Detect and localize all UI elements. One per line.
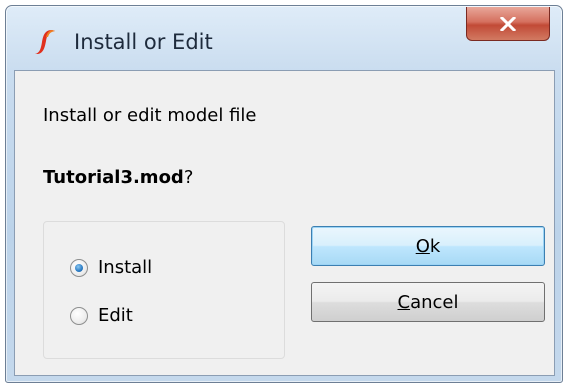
radio-selected-dot: [75, 263, 83, 272]
close-button[interactable]: [466, 7, 550, 41]
dialog-content: Install or edit model file Tutorial3.mod…: [14, 70, 555, 376]
radio-install[interactable]: Install: [70, 257, 152, 278]
ok-mnemonic: O: [415, 235, 430, 257]
ok-label-rest: k: [429, 235, 441, 257]
prompt-text: Install or edit model file: [43, 105, 257, 126]
close-icon: [500, 16, 516, 31]
radio-edit[interactable]: Edit: [70, 305, 133, 326]
cancel-label-rest: ancel: [410, 291, 459, 313]
dialog-window: Install or Edit Install or edit model fi…: [5, 5, 563, 383]
cancel-button[interactable]: Cancel: [311, 282, 545, 322]
ok-button[interactable]: Ok: [311, 226, 545, 266]
filename-line: Tutorial3.mod?: [43, 167, 193, 188]
cancel-mnemonic: C: [397, 291, 411, 313]
radio-install-indicator[interactable]: [70, 258, 88, 277]
title-bar[interactable]: Install or Edit: [6, 6, 562, 70]
action-radio-group: Install Edit: [43, 221, 285, 359]
window-title: Install or Edit: [74, 30, 213, 54]
radio-edit-label: Edit: [98, 305, 133, 326]
radio-install-label: Install: [98, 257, 153, 278]
app-logo-icon: [35, 30, 55, 54]
radio-edit-indicator[interactable]: [70, 306, 88, 325]
question-mark: ?: [183, 167, 194, 188]
filename: Tutorial3.mod: [43, 167, 184, 188]
